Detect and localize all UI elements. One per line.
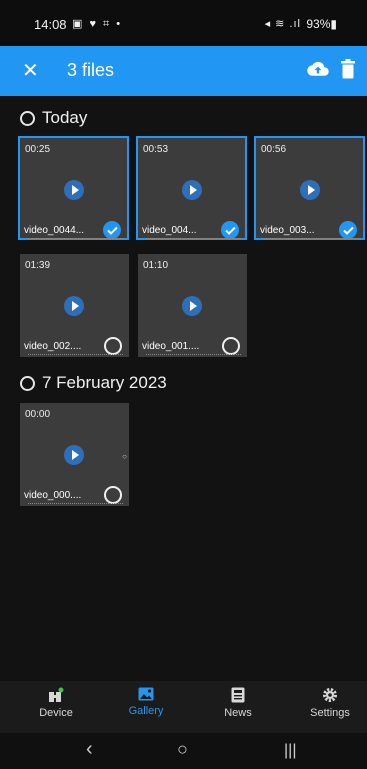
play-icon bbox=[300, 180, 320, 200]
tile-subtext bbox=[28, 238, 123, 241]
home-button[interactable]: ○ bbox=[177, 739, 188, 760]
status-bar: 14:08 ▣ ♥ ⌗ • ◂ ≋ .ıl 93%▮ bbox=[0, 0, 367, 46]
section-label: 7 February 2023 bbox=[42, 373, 167, 392]
bottom-navigation: Device Gallery News Settings bbox=[0, 681, 367, 733]
video-tile[interactable]: 01:39 video_002.... bbox=[20, 254, 129, 357]
tile-subtext bbox=[264, 238, 359, 241]
video-duration: 00:00 bbox=[25, 409, 51, 420]
tile-subtext bbox=[28, 503, 123, 506]
battery-level: 93%▮ bbox=[306, 17, 337, 31]
video-tile[interactable]: 00:25 video_0044... bbox=[18, 136, 129, 240]
video-tile[interactable]: 00:56 video_003... bbox=[254, 136, 365, 240]
system-navigation-bar: ‹ ○ ||| bbox=[0, 733, 367, 769]
corrupt-marker-icon: ○ bbox=[122, 452, 127, 461]
section-header-today: Today bbox=[20, 106, 87, 130]
close-selection-button[interactable]: ✕ bbox=[22, 58, 39, 83]
back-button[interactable]: ‹ bbox=[86, 738, 93, 761]
video-duration: 00:53 bbox=[143, 144, 169, 155]
nav-label: Device bbox=[39, 707, 73, 719]
play-icon bbox=[64, 296, 84, 316]
recents-button[interactable]: ||| bbox=[284, 742, 296, 760]
unselected-circle-icon[interactable] bbox=[104, 337, 122, 355]
delete-icon[interactable] bbox=[341, 59, 355, 84]
select-section-radio[interactable] bbox=[20, 110, 35, 126]
gallery-icon bbox=[138, 687, 154, 701]
video-duration: 01:39 bbox=[25, 260, 51, 271]
nav-label: Gallery bbox=[128, 705, 164, 717]
signal-icons: ◂ ≋ .ıl bbox=[264, 18, 301, 30]
selection-app-bar: ✕ 3 files bbox=[0, 46, 367, 96]
play-icon bbox=[64, 180, 84, 200]
video-duration: 01:10 bbox=[143, 260, 169, 271]
video-tile[interactable]: 01:10 video_001.... bbox=[138, 254, 247, 357]
video-tile[interactable]: 00:53 video_004... bbox=[136, 136, 247, 240]
status-time: 14:08 bbox=[34, 17, 67, 32]
play-icon bbox=[64, 445, 84, 465]
tile-subtext bbox=[146, 354, 241, 357]
nav-label: Settings bbox=[310, 707, 350, 719]
checkmark-icon[interactable] bbox=[221, 221, 239, 239]
video-filename: video_001.... bbox=[142, 341, 200, 352]
nav-label: News bbox=[224, 707, 252, 719]
play-icon bbox=[182, 296, 202, 316]
gear-icon bbox=[323, 688, 337, 702]
play-icon bbox=[182, 180, 202, 200]
device-icon bbox=[49, 687, 64, 702]
nav-settings[interactable]: Settings bbox=[290, 687, 367, 719]
news-icon bbox=[231, 687, 245, 703]
checkmark-icon[interactable] bbox=[103, 221, 121, 239]
video-filename: video_0044... bbox=[24, 225, 85, 236]
video-filename: video_002.... bbox=[24, 341, 82, 352]
selection-count-title: 3 files bbox=[67, 60, 115, 80]
section-header-date: 7 February 2023 bbox=[20, 371, 167, 395]
nav-news[interactable]: News bbox=[198, 687, 278, 719]
unselected-circle-icon[interactable] bbox=[104, 486, 122, 504]
video-tile[interactable]: 00:00 ○ video_000.... bbox=[20, 403, 129, 506]
tile-subtext bbox=[28, 354, 123, 357]
section-label: Today bbox=[42, 108, 88, 127]
video-duration: 00:56 bbox=[261, 144, 287, 155]
video-filename: video_000.... bbox=[24, 490, 82, 501]
video-filename: video_004... bbox=[142, 225, 197, 236]
select-section-radio[interactable] bbox=[20, 375, 35, 391]
tile-subtext bbox=[146, 238, 241, 241]
video-duration: 00:25 bbox=[25, 144, 51, 155]
notification-icons: ▣ ♥ ⌗ • bbox=[72, 18, 123, 30]
unselected-circle-icon[interactable] bbox=[222, 337, 240, 355]
nav-gallery[interactable]: Gallery bbox=[106, 687, 186, 717]
nav-device[interactable]: Device bbox=[16, 687, 96, 719]
video-filename: video_003... bbox=[260, 225, 315, 236]
checkmark-icon[interactable] bbox=[339, 221, 357, 239]
cloud-upload-icon[interactable] bbox=[307, 60, 329, 83]
